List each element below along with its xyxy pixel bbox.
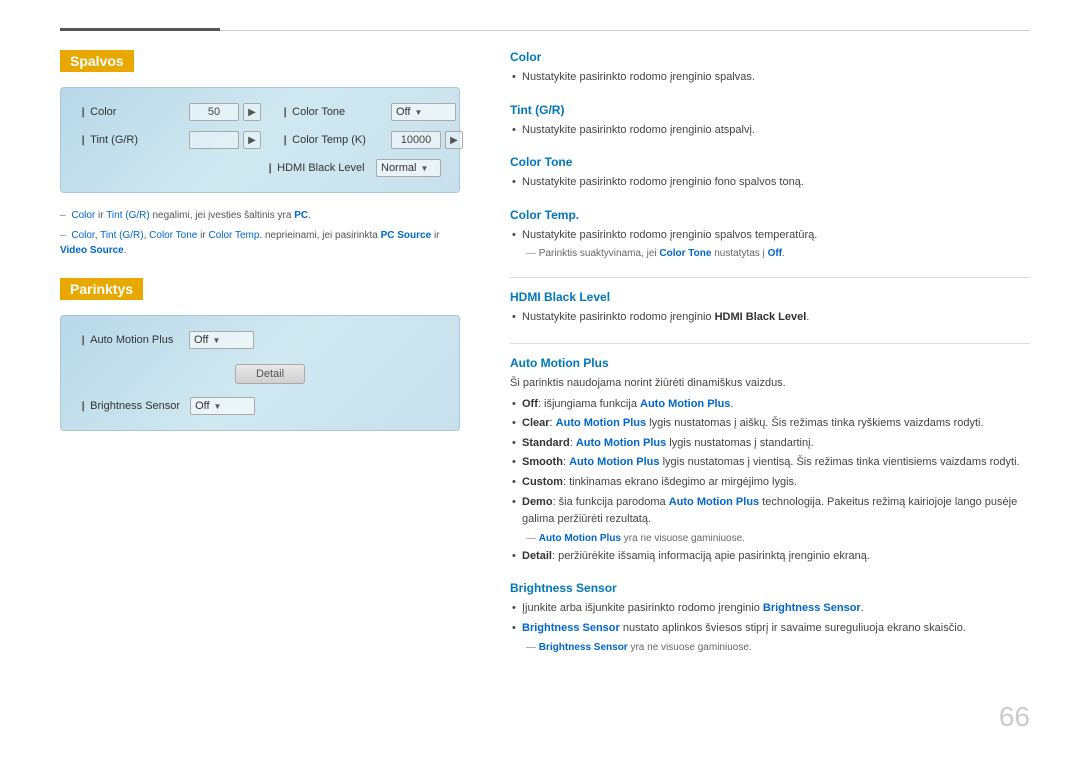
auto-motion-bullet-3: Smooth: Auto Motion Plus lygis nustatoma… — [510, 454, 1030, 472]
right-tint-section: Tint (G/R) Nustatykite pasirinkto rodomo… — [510, 103, 1030, 140]
color-input-group[interactable]: 50 ▶ — [189, 103, 261, 121]
auto-motion-row: Auto Motion Plus Off ▼ — [79, 331, 441, 349]
right-color-section: Color Nustatykite pasirinkto rodomo įren… — [510, 50, 1030, 87]
auto-motion-subnote: Auto Motion Plus yra ne visuose gaminiuo… — [510, 531, 1030, 546]
top-line-accent — [60, 28, 220, 31]
hdmi-arrow-icon: ▼ — [420, 164, 428, 173]
parinktys-section: Parinktys Auto Motion Plus Off ▼ Detail … — [60, 278, 460, 431]
parinktys-title: Parinktys — [60, 278, 143, 300]
tint-row: Tint (G/R) ▶ Color Temp (K) 10000 ▶ — [79, 131, 441, 149]
color-tone-label: Color Tone — [281, 106, 381, 118]
color-value: 50 — [189, 103, 239, 121]
brightness-row: Brightness Sensor Off ▼ — [79, 397, 441, 415]
color-arrow[interactable]: ▶ — [243, 103, 261, 121]
tint-input-group[interactable]: ▶ — [189, 131, 261, 149]
color-temp-label: Color Temp (K) — [281, 134, 381, 146]
tint-label: Tint (G/R) — [79, 134, 179, 146]
hdmi-value: Normal — [381, 162, 416, 174]
spalvos-settings-box: Color 50 ▶ Color Tone Off ▼ Tint (G/R) — [60, 87, 460, 193]
right-color-tone-section: Color Tone Nustatykite pasirinkto rodomo… — [510, 155, 1030, 192]
brightness-bullet-1: Brightness Sensor nustato aplinkos švies… — [510, 620, 1030, 638]
detail-button[interactable]: Detail — [235, 364, 305, 384]
brightness-label: Brightness Sensor — [79, 400, 180, 412]
right-divider-2 — [510, 343, 1030, 344]
right-color-temp-section: Color Temp. Nustatykite pasirinkto rodom… — [510, 208, 1030, 262]
right-hdmi-text: Nustatykite pasirinkto rodomo įrenginio … — [510, 309, 1030, 327]
brightness-value: Off — [195, 400, 209, 412]
hdmi-row: HDMI Black Level Normal ▼ — [79, 159, 441, 177]
note-1: – Color ir Tint (G/R) negalimi, jei įves… — [60, 208, 460, 223]
color-tone-arrow-icon: ▼ — [414, 108, 422, 117]
detail-btn-row: Detail — [79, 359, 441, 389]
right-hdmi-section: HDMI Black Level Nustatykite pasirinkto … — [510, 290, 1030, 327]
brightness-arrow-icon: ▼ — [214, 402, 222, 411]
auto-motion-dropdown[interactable]: Off ▼ — [189, 331, 254, 349]
color-label: Color — [79, 106, 179, 118]
right-brightness-section: Brightness Sensor Įjunkite arba išjunkit… — [510, 581, 1030, 654]
color-row: Color 50 ▶ Color Tone Off ▼ — [79, 103, 441, 121]
parinktys-settings-box: Auto Motion Plus Off ▼ Detail Brightness… — [60, 315, 460, 431]
right-panel: Color Nustatykite pasirinkto rodomo įren… — [490, 40, 1030, 723]
right-color-text: Nustatykite pasirinkto rodomo įrenginio … — [510, 69, 1030, 87]
auto-motion-label: Auto Motion Plus — [79, 334, 179, 346]
color-tone-value: Off — [396, 106, 410, 118]
auto-motion-bullet-1: Clear: Auto Motion Plus lygis nustatomas… — [510, 415, 1030, 433]
hdmi-label: HDMI Black Level — [266, 162, 366, 174]
right-auto-motion-section: Auto Motion Plus Ši parinktis naudojama … — [510, 356, 1030, 565]
spalvos-section: Spalvos Color 50 ▶ Color Tone Off ▼ — [60, 50, 460, 258]
brightness-dropdown[interactable]: Off ▼ — [190, 397, 255, 415]
color-temp-arrow[interactable]: ▶ — [445, 131, 463, 149]
page-container: Spalvos Color 50 ▶ Color Tone Off ▼ — [0, 0, 1080, 763]
right-tint-text: Nustatykite pasirinkto rodomo įrenginio … — [510, 122, 1030, 140]
right-auto-motion-title: Auto Motion Plus — [510, 356, 1030, 370]
page-number: 66 — [999, 701, 1030, 733]
right-hdmi-title: HDMI Black Level — [510, 290, 1030, 304]
right-color-temp-subnote: Parinktis suaktyvinama, jei Color Tone n… — [510, 246, 1030, 261]
auto-motion-bullet-4: Custom: tinkinamas ekrano išdegimo ar mi… — [510, 474, 1030, 492]
right-auto-motion-intro: Ši parinktis naudojama norint žiūrėti di… — [510, 375, 1030, 393]
color-temp-value: 10000 — [391, 131, 441, 149]
note-2: – Color, Tint (G/R), Color Tone ir Color… — [60, 228, 460, 258]
right-brightness-title: Brightness Sensor — [510, 581, 1030, 595]
right-color-tone-text: Nustatykite pasirinkto rodomo įrenginio … — [510, 174, 1030, 192]
right-color-tone-title: Color Tone — [510, 155, 1030, 169]
right-color-temp-title: Color Temp. — [510, 208, 1030, 222]
right-color-temp-text: Nustatykite pasirinkto rodomo įrenginio … — [510, 227, 1030, 245]
tint-arrow[interactable]: ▶ — [243, 131, 261, 149]
left-panel: Spalvos Color 50 ▶ Color Tone Off ▼ — [60, 40, 460, 723]
color-tone-dropdown[interactable]: Off ▼ — [391, 103, 456, 121]
auto-motion-bullet-2: Standard: Auto Motion Plus lygis nustato… — [510, 435, 1030, 453]
color-temp-group[interactable]: 10000 ▶ — [391, 131, 463, 149]
auto-motion-detail-note: Detail: peržiūrėkite išsamią informaciją… — [510, 548, 1030, 566]
auto-motion-bullet-5: Demo: šia funkcija parodoma Auto Motion … — [510, 494, 1030, 529]
hdmi-dropdown[interactable]: Normal ▼ — [376, 159, 441, 177]
right-tint-title: Tint (G/R) — [510, 103, 1030, 117]
brightness-bullet-0: Įjunkite arba išjunkite pasirinkto rodom… — [510, 600, 1030, 618]
spalvos-title: Spalvos — [60, 50, 134, 72]
right-divider — [510, 277, 1030, 278]
right-color-title: Color — [510, 50, 1030, 64]
auto-motion-bullet-0: Off: išjungiama funkcija Auto Motion Plu… — [510, 396, 1030, 414]
auto-motion-arrow-icon: ▼ — [212, 336, 220, 345]
brightness-subnote: Brightness Sensor yra ne visuose gaminiu… — [510, 640, 1030, 655]
auto-motion-value: Off — [194, 334, 208, 346]
